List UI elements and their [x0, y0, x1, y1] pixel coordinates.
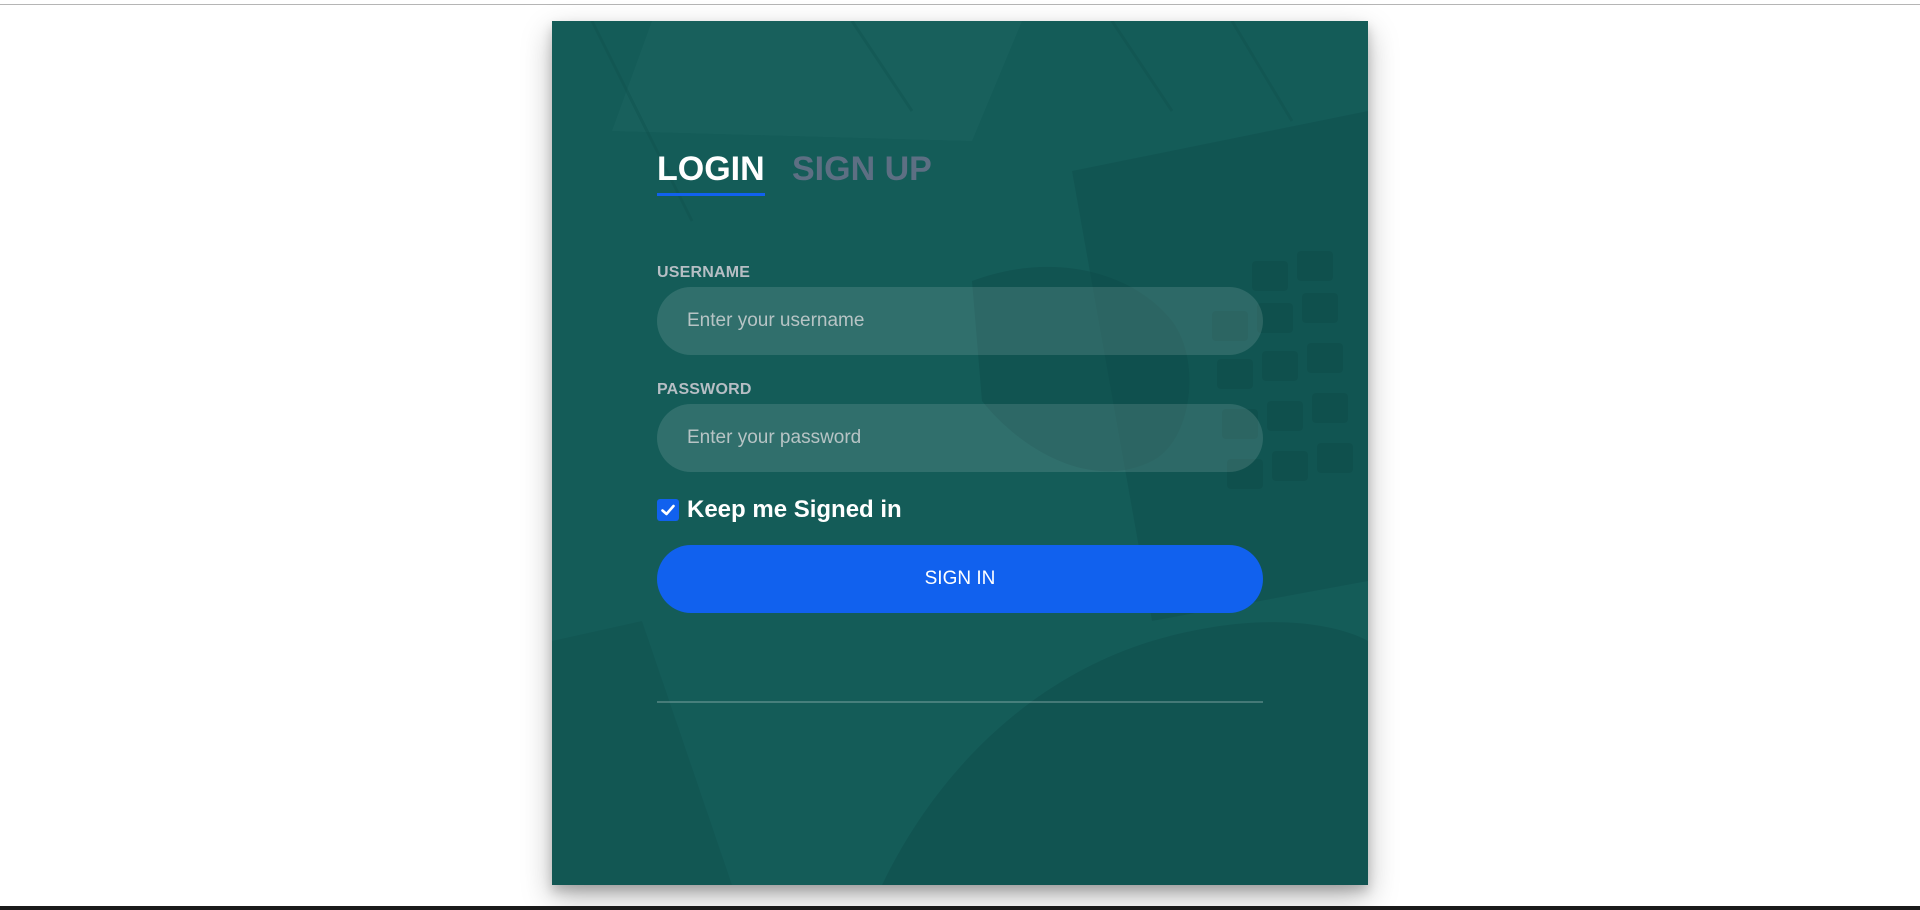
username-label: USERNAME — [657, 264, 751, 281]
form-divider — [657, 701, 1263, 703]
auth-tabs: LOGIN SIGN UP — [657, 149, 1263, 213]
tab-login[interactable]: LOGIN — [657, 149, 765, 196]
password-input[interactable] — [657, 404, 1263, 472]
keep-signed-in-label[interactable]: Keep me Signed in — [687, 496, 902, 524]
tab-signup[interactable]: SIGN UP — [792, 149, 932, 189]
keep-signed-in-checkbox[interactable] — [657, 499, 679, 521]
keep-signed-in[interactable]: Keep me Signed in — [657, 496, 902, 524]
username-input[interactable] — [657, 287, 1263, 355]
password-label: PASSWORD — [657, 381, 752, 398]
window-top-border — [0, 4, 1920, 5]
sign-in-button[interactable]: SIGN IN — [657, 545, 1263, 613]
login-form: LOGIN SIGN UP USERNAME PASSWORD Keep me … — [657, 149, 1263, 703]
checkmark-icon — [661, 504, 675, 516]
login-card: LOGIN SIGN UP USERNAME PASSWORD Keep me … — [552, 21, 1368, 885]
window-bottom-border — [0, 906, 1920, 910]
